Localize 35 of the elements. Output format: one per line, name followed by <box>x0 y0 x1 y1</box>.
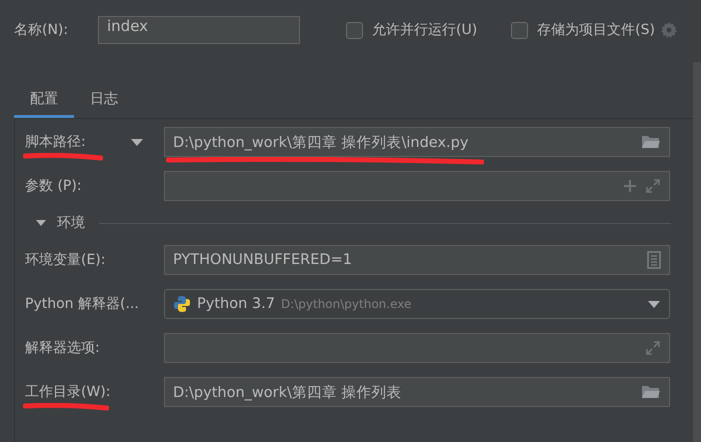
checkbox-label: 存储为项目文件(S) <box>537 21 655 39</box>
field-label: 参数 (P): <box>25 177 82 195</box>
folder-icon[interactable] <box>641 134 661 150</box>
field-label: Python 解释器(... <box>25 295 139 313</box>
tab[interactable]: 配置 <box>14 83 74 118</box>
expand-icon[interactable] <box>645 178 661 194</box>
gear-icon[interactable] <box>660 22 677 38</box>
checkbox-label: 允许并行运行(U) <box>372 21 478 39</box>
field-label: 环境变量(E): <box>25 251 106 269</box>
collapse-triangle-icon[interactable] <box>35 218 47 228</box>
checkbox[interactable] <box>346 22 363 38</box>
field-label: 解释器选项: <box>25 339 100 357</box>
environment-field[interactable]: PYTHONUNBUFFERED=1 <box>164 245 670 275</box>
interpreter-name: Python 3.7 <box>197 296 275 312</box>
path-field[interactable]: D:\python_work\第四章 操作列表 <box>164 377 670 407</box>
field-label: 脚本路径: <box>25 133 86 151</box>
path-field[interactable]: D:\python_work\第四章 操作列表\index.py <box>164 127 670 157</box>
input-field[interactable] <box>164 333 670 363</box>
checkbox[interactable] <box>511 22 528 38</box>
document-icon[interactable] <box>647 251 661 269</box>
input-field[interactable] <box>164 171 670 201</box>
caret-icon[interactable] <box>647 300 661 308</box>
folder-icon[interactable] <box>641 384 661 400</box>
scrollbar[interactable] <box>693 62 701 442</box>
interpreter-path: D:\python\python.exe <box>280 297 412 311</box>
caret-icon[interactable] <box>130 138 144 146</box>
field-label: 工作目录(W): <box>25 383 110 401</box>
expand-icon[interactable] <box>645 340 661 356</box>
python-icon <box>173 295 191 313</box>
name-field[interactable]: index <box>98 16 300 44</box>
tab[interactable]: 日志 <box>74 83 134 118</box>
plus-icon[interactable] <box>623 179 637 193</box>
section-title[interactable]: 环境 <box>57 214 85 232</box>
name-label: 名称(N): <box>14 21 70 39</box>
interpreter-dropdown[interactable]: Python 3.7 D:\python\python.exe <box>164 289 670 319</box>
